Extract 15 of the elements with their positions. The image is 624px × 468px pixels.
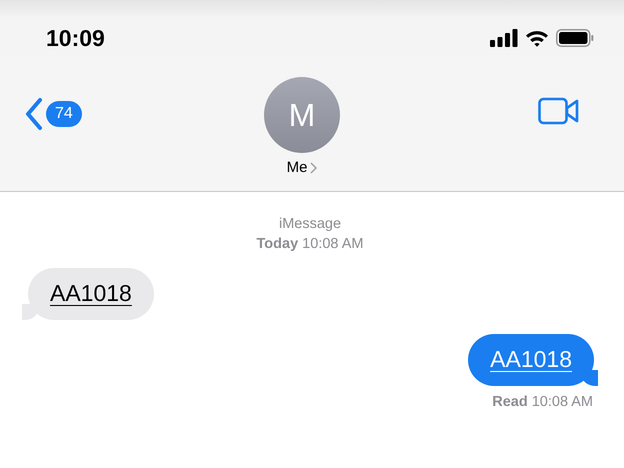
back-button[interactable]: 74 (24, 97, 82, 131)
conversation-timestamp: Today 10:08 AM (256, 235, 364, 254)
received-message-bubble[interactable]: AA1018 (22, 268, 154, 320)
read-receipt: Read 10:08 AM (492, 394, 593, 410)
wifi-icon (525, 29, 549, 47)
sent-message-bubble[interactable]: AA1018 (468, 334, 598, 386)
battery-icon (556, 29, 594, 47)
status-time: 10:09 (46, 24, 105, 52)
back-chevron-icon (24, 97, 44, 131)
contact-name[interactable]: Me (286, 159, 318, 176)
signal-icon (490, 29, 518, 47)
contact-avatar[interactable]: M (264, 77, 340, 153)
service-label: iMessage (278, 215, 342, 234)
chevron-icon (310, 162, 318, 174)
unread-count-badge: 74 (46, 101, 82, 127)
